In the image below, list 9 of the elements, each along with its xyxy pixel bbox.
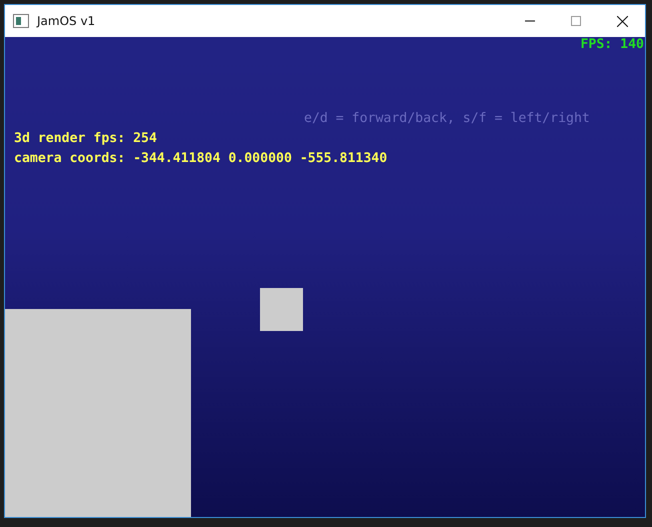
controls-hint: e/d = forward/back, s/f = left/right <box>304 111 590 126</box>
fps-counter: FPS: 140 <box>580 37 644 52</box>
maximize-icon <box>571 16 581 26</box>
cube <box>260 288 303 331</box>
window-title: JamOS v1 <box>37 14 96 28</box>
camera-coords-text: camera coords: -344.411804 0.000000 -555.811340 <box>14 151 388 166</box>
render-fps-text: 3d render fps: 254 <box>14 131 157 146</box>
close-icon <box>616 16 628 26</box>
app-icon <box>13 14 29 28</box>
